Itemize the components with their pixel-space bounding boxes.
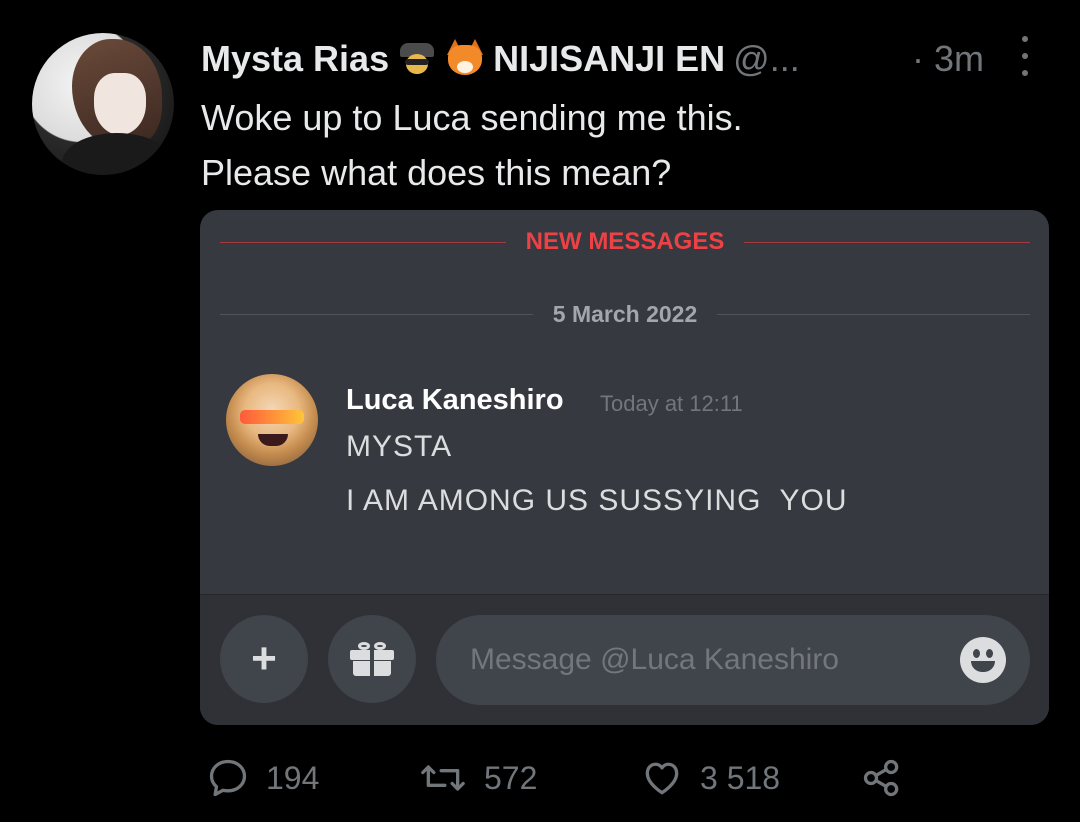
message-author-avatar <box>226 374 318 466</box>
like-button[interactable]: 3 518 <box>640 756 780 800</box>
message-author: Luca Kaneshiro <box>346 384 564 416</box>
new-messages-divider: NEW MESSAGES <box>220 228 1031 255</box>
heart-icon <box>645 762 679 795</box>
plus-icon: + <box>220 615 308 703</box>
date-label: 5 March 2022 <box>552 300 698 327</box>
tweet-text-line: Please what does this mean? <box>201 152 672 193</box>
share-button[interactable] <box>860 756 904 800</box>
more-options-icon[interactable] <box>1015 36 1035 76</box>
author-handle[interactable]: @... <box>733 38 800 80</box>
message-timestamp: Today at 12:11 <box>600 391 743 416</box>
tweet-time[interactable]: · 3m <box>912 38 984 80</box>
tweet-actions: 194 572 3 518 <box>0 756 1080 800</box>
retweet-button[interactable]: 572 <box>418 756 537 800</box>
fox-emoji-icon <box>445 39 485 79</box>
share-icon <box>863 759 899 797</box>
author-name[interactable]: Mysta Rias <box>201 38 389 80</box>
author-avatar[interactable] <box>32 33 174 175</box>
message-composer: + <box>200 594 1049 725</box>
new-messages-label: NEW MESSAGES <box>525 228 725 255</box>
message-line: I AM AMONG US SUSSYING YOU <box>346 484 848 517</box>
author-org[interactable]: NIJISANJI EN <box>493 38 725 80</box>
emoji-icon <box>960 637 1006 683</box>
date-divider: 5 March 2022 <box>220 301 1031 327</box>
message-input <box>436 615 1030 705</box>
retweet-count: 572 <box>484 759 538 796</box>
gift-icon <box>328 615 416 703</box>
reply-count: 194 <box>266 759 320 796</box>
spy-emoji-icon <box>397 39 437 79</box>
message-line: MYSTA <box>346 430 453 463</box>
tweet-text: Woke up to Luca sending me this. Please … <box>201 90 743 200</box>
reply-button[interactable]: 194 <box>206 756 319 800</box>
retweet-icon <box>421 765 465 791</box>
tweet-media-screenshot[interactable]: NEW MESSAGES 5 March 2022 Luca Kaneshiro… <box>200 210 1049 725</box>
tweet-text-line: Woke up to Luca sending me this. <box>201 97 743 138</box>
avatar-coat <box>62 133 172 175</box>
avatar-face <box>94 73 146 135</box>
like-count: 3 518 <box>700 759 781 796</box>
tweet-header: Mysta Rias NIJISANJI EN @... <box>201 36 800 82</box>
reply-icon <box>209 759 247 797</box>
